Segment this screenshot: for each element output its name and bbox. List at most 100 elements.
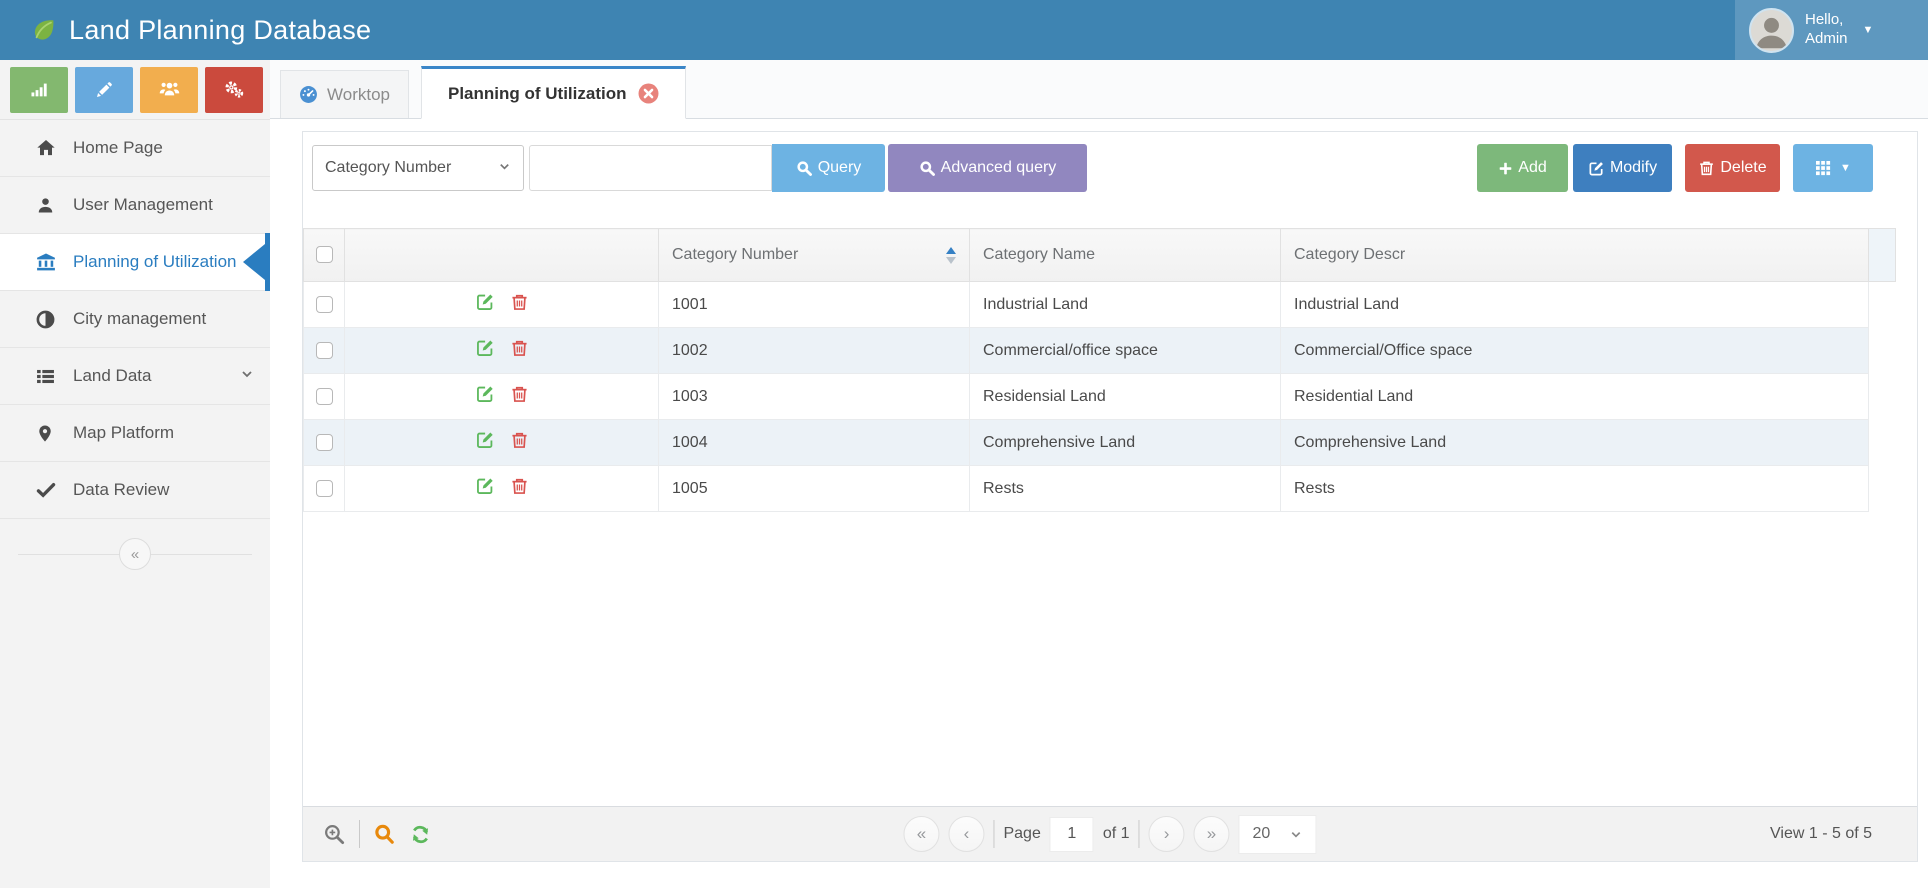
trash-icon[interactable]: [510, 385, 529, 404]
zoom-in-icon[interactable]: [323, 823, 346, 846]
sidebar-item-data-review[interactable]: Data Review: [0, 462, 270, 519]
columns-dropdown-button[interactable]: ▼: [1793, 144, 1873, 192]
sidebar: Home Page User Management Planning of Ut…: [0, 60, 270, 888]
sidebar-item-home-page[interactable]: Home Page: [0, 120, 270, 177]
page-title: Land Planning Database: [69, 15, 371, 46]
page-number-input[interactable]: [1050, 817, 1094, 852]
edit-icon[interactable]: [475, 476, 495, 496]
dashboard-icon: [299, 85, 318, 104]
grid-icon: [1815, 160, 1831, 176]
edit-icon[interactable]: [475, 384, 495, 404]
cell-category-number: 1001: [659, 282, 970, 328]
pager-tools: [323, 820, 432, 848]
row-actions-cell: [345, 374, 659, 420]
search-field-value: Category Number: [325, 159, 451, 177]
row-checkbox[interactable]: [316, 342, 333, 359]
advanced-query-button[interactable]: Advanced query: [888, 144, 1087, 192]
edit-icon[interactable]: [475, 292, 495, 312]
trash-icon[interactable]: [510, 477, 529, 496]
row-checkbox-cell: [304, 328, 345, 374]
row-actions-cell: [345, 420, 659, 466]
sidebar-item-user-management[interactable]: User Management: [0, 177, 270, 234]
avatar[interactable]: [1749, 8, 1794, 53]
row-checkbox-cell: [304, 466, 345, 512]
tab-label: Planning of Utilization: [448, 84, 626, 104]
page-size-select[interactable]: 20: [1239, 815, 1317, 854]
sidebar-item-planning-of-utilization[interactable]: Planning of Utilization: [0, 234, 270, 291]
adjust-icon: [36, 309, 56, 329]
page-size-value: 20: [1253, 825, 1271, 843]
cell-category-name: Commercial/office space: [970, 328, 1281, 374]
chevron-down-icon: [498, 160, 511, 176]
next-page-button[interactable]: ›: [1149, 816, 1185, 852]
cell-category-descr: Industrial Land: [1281, 282, 1869, 328]
user-menu[interactable]: Hello, Admin ▼: [1735, 0, 1928, 60]
sidebar-collapse-button[interactable]: «: [119, 538, 151, 570]
chevron-down-icon: ▼: [1863, 24, 1874, 36]
bar-chart-button[interactable]: [10, 67, 68, 113]
first-page-button[interactable]: «: [903, 816, 939, 852]
trash-icon[interactable]: [510, 431, 529, 450]
sidebar-item-label: Home Page: [73, 138, 254, 158]
delete-button[interactable]: Delete: [1685, 144, 1780, 192]
row-checkbox[interactable]: [316, 296, 333, 313]
caret-down-icon: ▼: [1840, 162, 1851, 174]
tab-label: Worktop: [327, 85, 390, 105]
sidebar-collapse-row: «: [0, 537, 270, 571]
select-all-checkbox[interactable]: [316, 246, 333, 263]
pager-bar: « ‹ Page of 1 › » 20 Vie: [303, 806, 1917, 861]
user-greeting: Hello, Admin: [1805, 11, 1848, 49]
last-page-button[interactable]: »: [1194, 816, 1230, 852]
edit-icon[interactable]: [475, 338, 495, 358]
table-row: 1002 Commercial/office space Commercial/…: [304, 328, 1896, 374]
cell-category-descr: Rests: [1281, 466, 1869, 512]
app-header: Land Planning Database Hello, Admin ▼: [0, 0, 1928, 60]
search-field-select[interactable]: Category Number: [312, 145, 524, 191]
row-checkbox[interactable]: [316, 480, 333, 497]
sort-icon[interactable]: [946, 247, 956, 264]
pencil-button[interactable]: [75, 67, 133, 113]
table-row: 1005 Rests Rests: [304, 466, 1896, 512]
sidebar-item-map-platform[interactable]: Map Platform: [0, 405, 270, 462]
query-button[interactable]: Query: [772, 144, 885, 192]
search-icon[interactable]: [373, 823, 396, 846]
table-row: 1001 Industrial Land Industrial Land: [304, 282, 1896, 328]
gears-button[interactable]: [205, 67, 263, 113]
user-name: Admin: [1805, 30, 1848, 47]
header-category-descr[interactable]: Category Descr: [1281, 229, 1869, 282]
modify-button[interactable]: Modify: [1573, 144, 1672, 192]
header-category-number[interactable]: Category Number: [659, 229, 970, 282]
divider: [359, 820, 360, 848]
tab-worktop[interactable]: Worktop: [280, 70, 409, 118]
header-category-name[interactable]: Category Name: [970, 229, 1281, 282]
prev-page-button[interactable]: ‹: [948, 816, 984, 852]
refresh-icon[interactable]: [409, 823, 432, 846]
leaf-icon: [30, 17, 57, 44]
row-checkbox[interactable]: [316, 434, 333, 451]
cell-category-number: 1003: [659, 374, 970, 420]
search-input[interactable]: [529, 145, 772, 191]
tab-planning-of-utilization[interactable]: Planning of Utilization: [421, 66, 686, 119]
sidebar-item-city-management[interactable]: City management: [0, 291, 270, 348]
page-total-label: of 1: [1103, 825, 1130, 843]
data-grid: Category Number Category Name Category D…: [303, 228, 1917, 512]
divider: [1139, 820, 1140, 848]
users-button[interactable]: [140, 67, 198, 113]
table-body: 1001 Industrial Land Industrial Land 100…: [304, 282, 1896, 512]
sidebar-item-label: Map Platform: [73, 423, 254, 443]
add-button[interactable]: Add: [1477, 144, 1568, 192]
sidebar-item-land-data[interactable]: Land Data: [0, 348, 270, 405]
row-checkbox-cell: [304, 374, 345, 420]
close-icon[interactable]: [638, 83, 659, 104]
table-row: 1004 Comprehensive Land Comprehensive La…: [304, 420, 1896, 466]
trash-icon[interactable]: [510, 339, 529, 358]
trash-icon[interactable]: [510, 293, 529, 312]
row-actions-cell: [345, 328, 659, 374]
row-actions-cell: [345, 282, 659, 328]
edit-icon[interactable]: [475, 430, 495, 450]
cell-category-descr: Comprehensive Land: [1281, 420, 1869, 466]
row-checkbox-cell: [304, 420, 345, 466]
chevron-down-icon: [240, 366, 254, 386]
row-checkbox[interactable]: [316, 388, 333, 405]
page-label: Page: [1003, 825, 1040, 843]
